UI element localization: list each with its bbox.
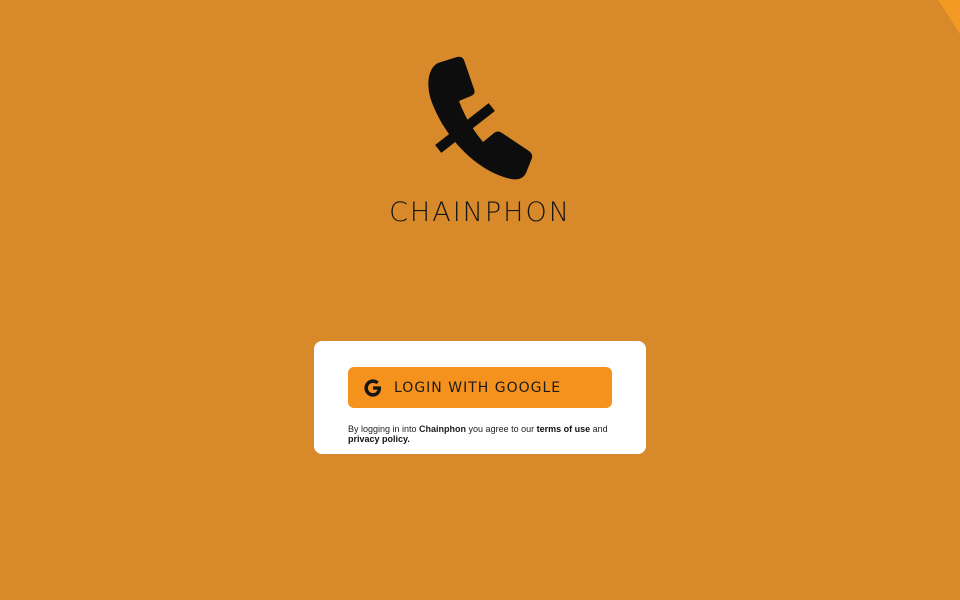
brand-section: CHAINPHON	[0, 0, 960, 240]
phone-chain-icon	[421, 56, 539, 182]
legal-middle: you agree to our	[466, 424, 537, 434]
legal-suffix: .	[407, 434, 410, 444]
google-g-icon	[362, 377, 384, 399]
login-with-google-label: LOGIN WITH GOOGLE	[394, 379, 562, 396]
privacy-policy-link[interactable]: privacy policy	[348, 434, 407, 444]
legal-brand: Chainphon	[419, 424, 467, 434]
app-name: CHAINPHON	[389, 197, 571, 228]
login-with-google-button[interactable]: LOGIN WITH GOOGLE	[348, 367, 612, 408]
legal-prefix: By logging in into	[348, 424, 420, 434]
login-card: LOGIN WITH GOOGLE By logging in into Cha…	[314, 341, 646, 454]
legal-notice: By logging in into Chainphon you agree t…	[348, 424, 618, 444]
terms-of-use-link[interactable]: terms of use	[537, 424, 591, 434]
legal-and: and	[590, 424, 608, 434]
